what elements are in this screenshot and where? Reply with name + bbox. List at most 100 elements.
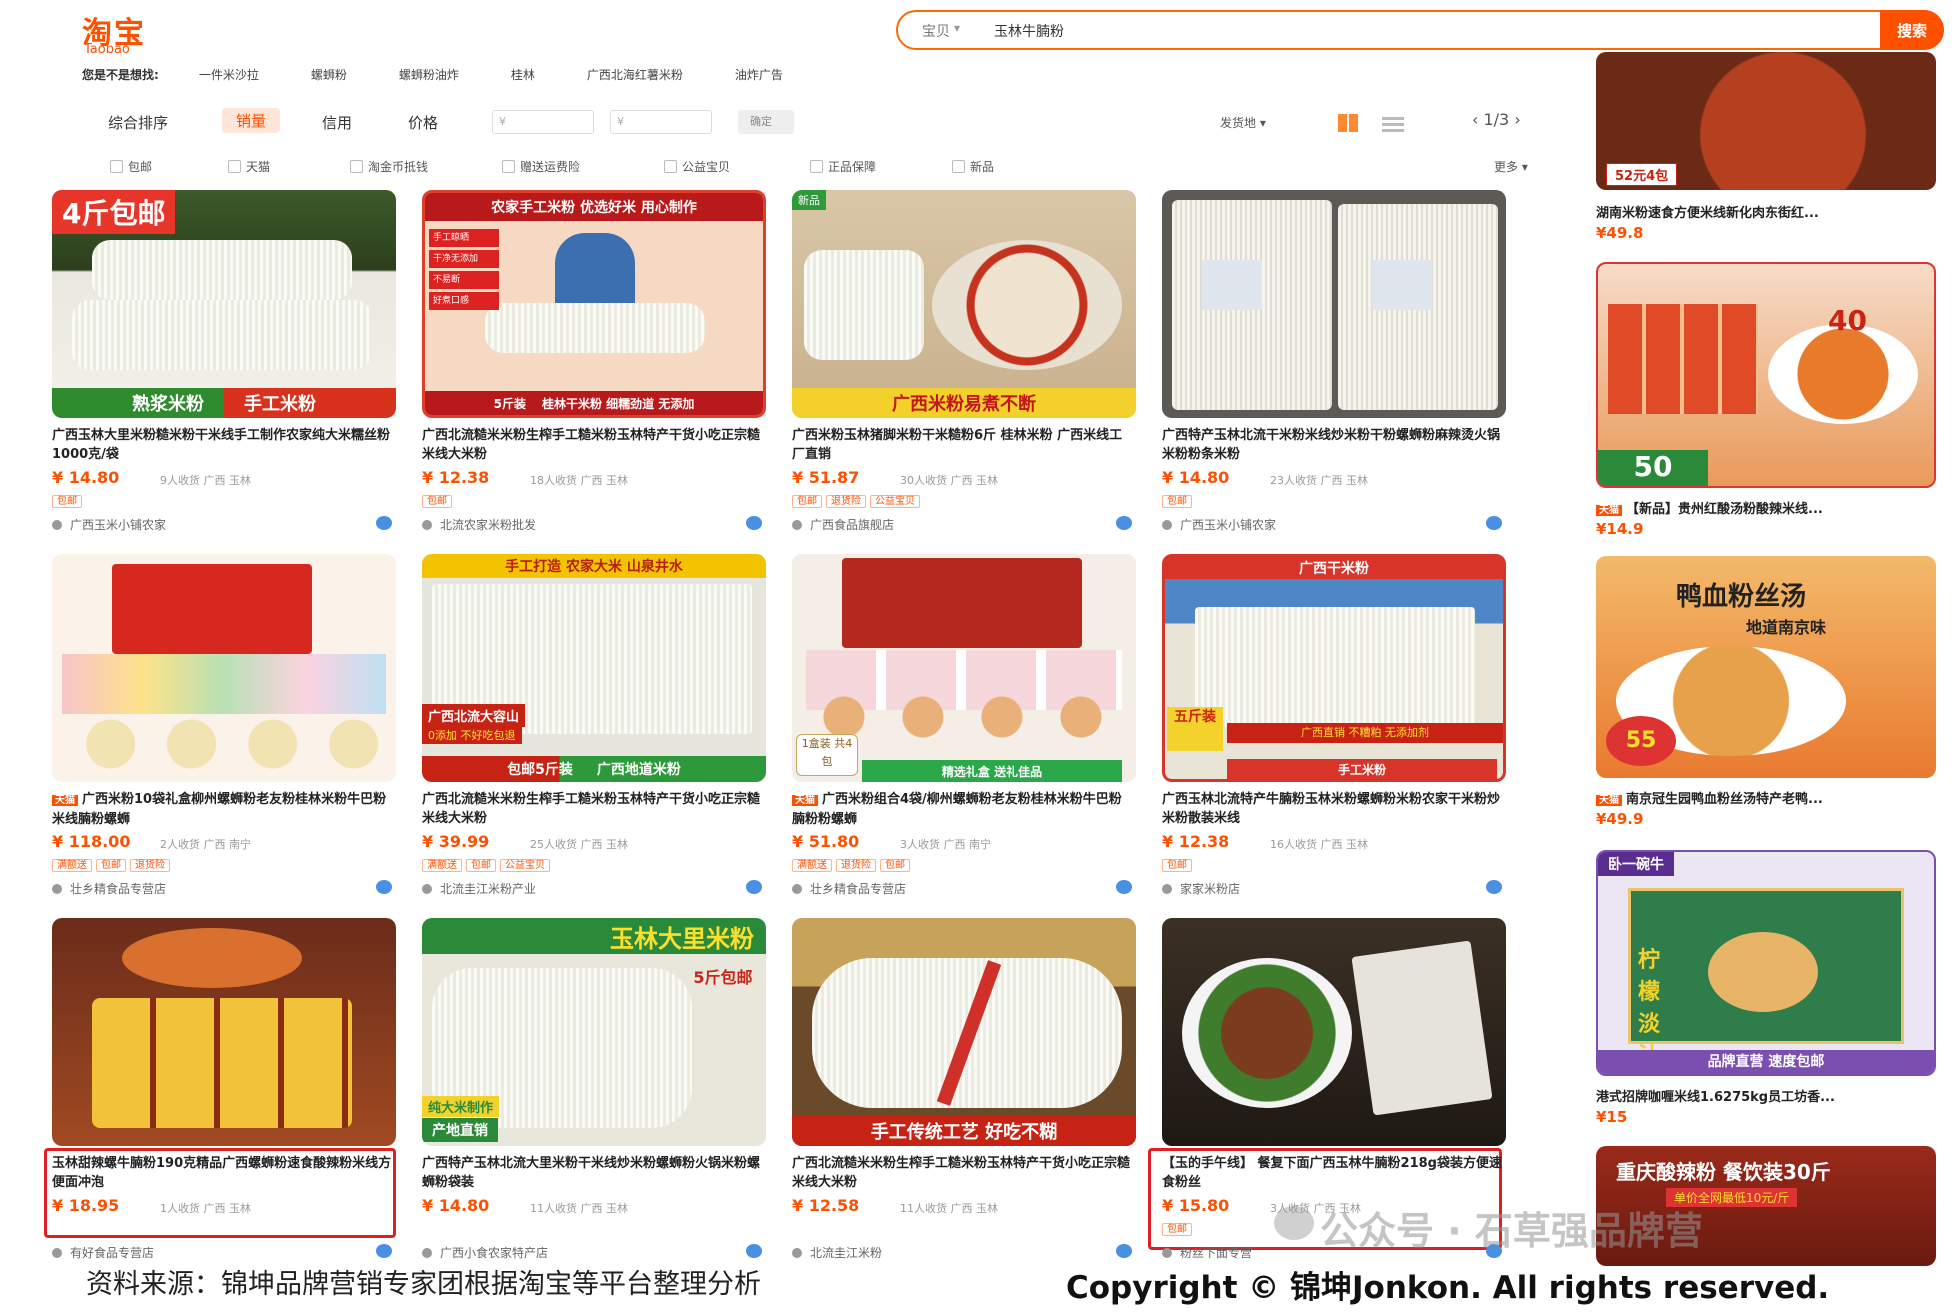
product-title[interactable]: 广西米粉玉林猪脚米粉干米糙粉6斤 桂林米粉 广西米线工厂直销 [792,426,1132,464]
product-card[interactable]: 农家手工米粉 优选好米 用心制作 手工晾晒 干净无添加 不易断 好煮口感 5斤装… [422,190,766,550]
filter-new[interactable]: 新品 [952,158,994,175]
keyword-link[interactable]: 油炸广告 [735,66,783,90]
product-card[interactable]: 手工打造 农家大米 山泉井水 广西北流大容山 0添加 不好吃包退 包邮5斤装 广西… [422,554,766,914]
price-max-input[interactable]: ¥ [610,110,712,134]
product-image[interactable]: 手工传统工艺 好吃不糊 [792,918,1136,1146]
search-button[interactable]: 搜索 [1880,10,1944,50]
product-image[interactable] [1162,190,1506,418]
product-title[interactable]: 【玉的手午线】 餐复下面广西玉林牛腩粉218g袋装方便速食粉丝 [1162,1154,1502,1192]
shop-link[interactable]: 北流农家米粉批发 [422,516,762,533]
filter-charity[interactable]: 公益宝贝 [664,158,730,175]
product-card[interactable]: 天猫 广西米粉10袋礼盒柳州螺蛳粉老友粉桂林米粉牛巴粉米线腩粉螺蛳 ¥ 118.0… [52,554,396,914]
sidebar-ad[interactable]: 52元4包 湖南米粉速食方便米线新化肉东街红... ¥49.8 [1596,52,1940,242]
price-min-input[interactable]: ¥ [492,110,594,134]
keyword-link[interactable]: 广西北海红薯米粉 [587,66,683,90]
shop-link[interactable]: 北流圭江米粉 [792,1244,1132,1261]
search-category[interactable]: 宝贝 [922,21,950,41]
product-card[interactable]: 玉林大里米粉 5斤包邮 纯大米制作 产地直销 广西特产玉林北流大里米粉干米线炒米… [422,918,766,1278]
filter-more[interactable]: 更多 ▾ [1494,158,1528,175]
product-image[interactable]: 手工打造 农家大米 山泉井水 广西北流大容山 0添加 不好吃包退 包邮5斤装 广西… [422,554,766,782]
product-title[interactable]: 广西北流糙米米粉生榨手工糙米粉玉林特产干货小吃正宗糙米线大米粉 [422,790,762,828]
chat-icon[interactable] [746,1244,762,1258]
search-input[interactable]: 玉林牛腩粉 [994,21,1064,41]
sidebar-ad[interactable]: 40 50 天猫 【新品】贵州红酸汤粉酸辣米线... ¥14.9 [1596,262,1940,544]
product-card[interactable]: 1盒装 共4包 精选礼盒 送礼佳品 天猫 广西米粉组合4袋/柳州螺蛳粉老友粉桂林米… [792,554,1136,914]
ad-title[interactable]: 天猫 南京冠生园鸭血粉丝汤特产老鸭... [1596,788,1936,807]
product-image[interactable]: 广西干米粉 五斤装 广西直销 不糟粕 无添加剂 手工米粉 [1162,554,1506,782]
product-card[interactable]: 广西干米粉 五斤装 广西直销 不糟粕 无添加剂 手工米粉 广西玉林北流特产牛腩粉… [1162,554,1506,914]
chat-icon[interactable] [746,880,762,894]
product-title[interactable]: 广西北流糙米米粉生榨手工糙米粉玉林特产干货小吃正宗糙米线大米粉 [422,426,762,464]
chevron-down-icon[interactable]: ▾ [954,21,960,35]
ad-title[interactable]: 湖南米粉速食方便米线新化肉东街红... [1596,202,1936,221]
sidebar-ad[interactable]: 卧一碗牛 柠檬淡汁 品牌直营 速度包邮 港式招牌咖喱米线1.6275kg员工坊香… [1596,850,1940,1128]
sidebar-ad[interactable]: 鸭血粉丝汤 地道南京味 55 天猫 南京冠生园鸭血粉丝汤特产老鸭... ¥49.9 [1596,556,1940,830]
keyword-link[interactable]: 螺蛳粉油炸 [399,66,459,90]
ad-title[interactable]: 港式招牌咖喱米线1.6275kg员工坊香... [1596,1086,1936,1105]
product-title[interactable]: 天猫 广西米粉组合4袋/柳州螺蛳粉老友粉桂林米粉牛巴粉腩粉粉螺蛳 [792,790,1132,828]
keyword-link[interactable]: 螺蛳粉 [311,66,347,90]
sort-sales[interactable]: 销量 [222,108,281,133]
taobao-logo[interactable]: 淘宝 Taobao [82,8,192,60]
sort-price[interactable]: 价格 [408,112,438,133]
shop-link[interactable]: 广西食品旗舰店 [792,516,1132,533]
product-title[interactable]: 广西玉林大里米粉糙米粉干米线手工制作农家纯大米糯丝粉1000克/袋 [52,426,392,464]
chat-icon[interactable] [1116,880,1132,894]
shop-link[interactable]: 家家米粉店 [1162,880,1502,897]
filter-free-shipping[interactable]: 包邮 [110,158,152,175]
price-ok-button[interactable]: 确定 [738,110,794,134]
product-title[interactable]: 天猫 广西米粉10袋礼盒柳州螺蛳粉老友粉桂林米粉牛巴粉米线腩粉螺蛳 [52,790,392,828]
product-image[interactable] [1162,918,1506,1146]
product-image[interactable] [52,554,396,782]
search-bar[interactable]: 宝贝 ▾ 玉林牛腩粉 搜索 [896,10,1944,50]
shop-link[interactable]: 北流圭江米粉产业 [422,880,762,897]
ad-image[interactable]: 卧一碗牛 柠檬淡汁 品牌直营 速度包邮 [1596,850,1936,1076]
product-image[interactable] [52,918,396,1146]
chat-icon[interactable] [376,880,392,894]
chat-icon[interactable] [376,1244,392,1258]
product-image[interactable]: 1盒装 共4包 精选礼盒 送礼佳品 [792,554,1136,782]
chat-icon[interactable] [746,516,762,530]
ad-image[interactable]: 鸭血粉丝汤 地道南京味 55 [1596,556,1936,778]
product-title[interactable]: 广西玉林北流特产牛腩粉玉林米粉螺蛳粉米粉农家干米粉炒米粉散装米线 [1162,790,1502,828]
chat-icon[interactable] [1486,880,1502,894]
product-title[interactable]: 玉林甜辣螺牛腩粉190克精品广西螺蛳粉速食酸辣粉米线方便面冲泡 [52,1154,392,1192]
filter-freight-insurance[interactable]: 赠送运费险 [502,158,580,175]
shop-link[interactable]: 壮乡精食品专营店 [52,880,392,897]
keyword-link[interactable]: 桂林 [511,66,535,90]
grid-view-icon[interactable] [1338,114,1360,132]
location-select[interactable]: 发货地 ▾ [1220,114,1266,131]
filter-genuine[interactable]: 正品保障 [810,158,876,175]
chat-icon[interactable] [376,516,392,530]
product-card[interactable]: 新品 广西米粉易煮不断 广西米粉玉林猪脚米粉干米糙粉6斤 桂林米粉 广西米线工厂… [792,190,1136,550]
product-title[interactable]: 广西特产玉林北流干米粉米线炒米粉干粉螺蛳粉麻辣烫火锅米粉粉条米粉 [1162,426,1502,464]
shop-link[interactable]: 广西玉米小铺农家 [1162,516,1502,533]
product-image[interactable]: 玉林大里米粉 5斤包邮 纯大米制作 产地直销 [422,918,766,1146]
sort-default[interactable]: 综合排序 [108,112,168,133]
shop-link[interactable]: 有好食品专营店 [52,1244,392,1261]
product-image[interactable]: 4斤包邮 熟浆米粉 手工米粉 [52,190,396,418]
sort-credit[interactable]: 信用 [322,112,352,133]
chat-icon[interactable] [1116,1244,1132,1258]
shop-link[interactable]: 广西小食农家特产店 [422,1244,762,1261]
chat-icon[interactable] [1486,516,1502,530]
list-view-icon[interactable] [1382,114,1404,132]
product-card[interactable]: 玉林甜辣螺牛腩粉190克精品广西螺蛳粉速食酸辣粉米线方便面冲泡 ¥ 18.95 … [44,918,396,1278]
product-card[interactable]: 手工传统工艺 好吃不糊 广西北流糙米米粉生榨手工糙米粉玉林特产干货小吃正宗糙米线… [792,918,1136,1278]
keyword-link[interactable]: 一件米沙拉 [199,66,259,90]
product-image[interactable]: 新品 广西米粉易煮不断 [792,190,1136,418]
next-page-icon[interactable]: › [1514,110,1520,129]
ad-image[interactable]: 52元4包 [1596,52,1936,190]
shop-link[interactable]: 广西玉米小铺农家 [52,516,392,533]
ad-image[interactable]: 40 50 [1596,262,1936,488]
prev-page-icon[interactable]: ‹ [1472,110,1483,129]
product-title[interactable]: 广西特产玉林北流大里米粉干米线炒米粉螺蛳粉火锅米粉螺蛳粉袋装 [422,1154,762,1192]
filter-tmall[interactable]: 天猫 [228,158,270,175]
product-card[interactable]: 4斤包邮 熟浆米粉 手工米粉 广西玉林大里米粉糙米粉干米线手工制作农家纯大米糯丝… [52,190,396,550]
chat-icon[interactable] [1116,516,1132,530]
shop-link[interactable]: 壮乡精食品专营店 [792,880,1132,897]
product-card[interactable]: 广西特产玉林北流干米粉米线炒米粉干粉螺蛳粉麻辣烫火锅米粉粉条米粉 ¥ 14.80… [1162,190,1506,550]
product-image[interactable]: 农家手工米粉 优选好米 用心制作 手工晾晒 干净无添加 不易断 好煮口感 5斤装… [422,190,766,418]
filter-coin[interactable]: 淘金币抵钱 [350,158,428,175]
product-title[interactable]: 广西北流糙米米粉生榨手工糙米粉玉林特产干货小吃正宗糙米线大米粉 [792,1154,1132,1192]
